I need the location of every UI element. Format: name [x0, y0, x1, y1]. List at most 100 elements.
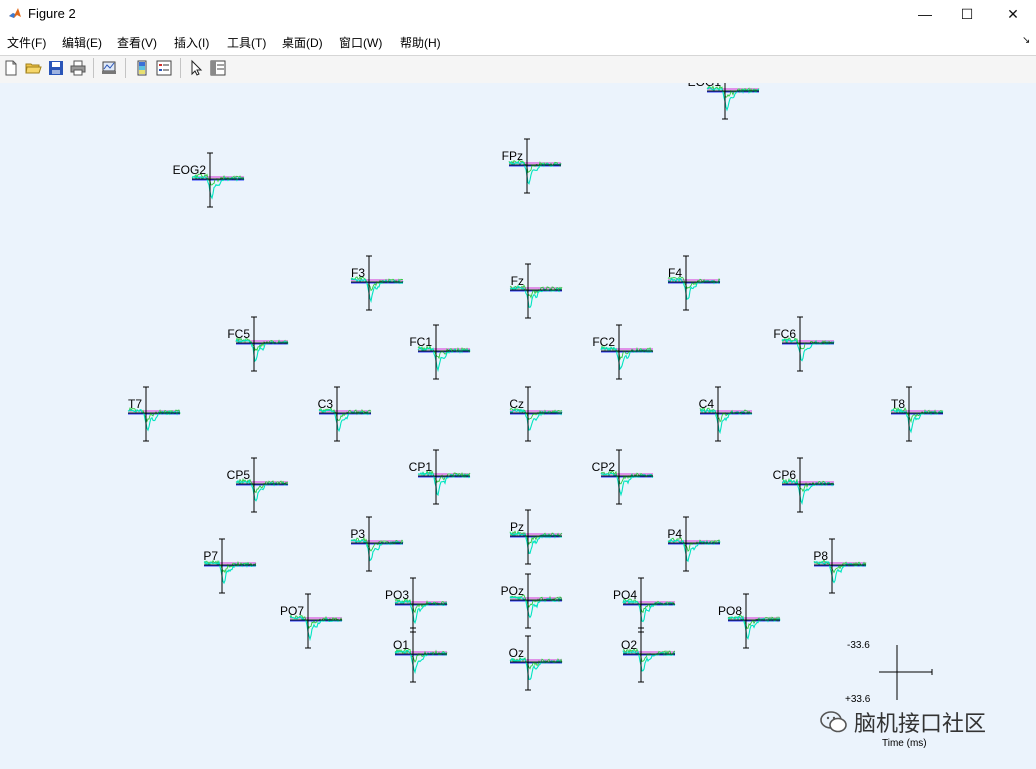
- electrode-plot-fz[interactable]: Fz: [509, 263, 563, 319]
- menu-insert[interactable]: 插入(I): [174, 34, 209, 51]
- electrode-label: F3: [351, 266, 365, 280]
- scale-xlabel: Time (ms): [882, 738, 927, 749]
- electrode-label: FC2: [592, 335, 615, 349]
- electrode-label: CP1: [409, 460, 433, 474]
- electrode-label: F4: [668, 266, 682, 280]
- watermark-text: 脑机接口社区: [854, 711, 987, 736]
- save-icon[interactable]: [47, 59, 65, 77]
- electrode-plot-f4[interactable]: F4: [667, 255, 721, 311]
- colorbar-icon[interactable]: [133, 59, 151, 77]
- window-title: Figure 2: [28, 6, 76, 21]
- minimize-icon: —: [918, 6, 932, 22]
- print-icon[interactable]: [69, 59, 87, 77]
- title-bar: Figure 2 — ☐ ✕: [0, 0, 1036, 30]
- menu-tools[interactable]: 工具(T): [227, 34, 266, 51]
- electrode-plot-c3[interactable]: C3: [318, 386, 372, 442]
- electrode-label: T8: [891, 397, 905, 411]
- electrode-label: CP6: [773, 468, 797, 482]
- electrode-plot-oz[interactable]: Oz: [509, 635, 563, 691]
- electrode-label: PO8: [718, 604, 742, 618]
- electrode-plot-fpz[interactable]: FPz: [502, 138, 562, 194]
- maximize-button[interactable]: ☐: [944, 0, 990, 28]
- electrode-plot-eog2[interactable]: EOG2: [173, 152, 245, 208]
- electrode-label: Fz: [511, 274, 524, 288]
- electrode-label: FC1: [409, 335, 432, 349]
- electrode-plot-cp5[interactable]: CP5: [227, 457, 289, 513]
- electrode-plot-p7[interactable]: P7: [203, 538, 257, 594]
- wechat-icon: [820, 711, 847, 733]
- electrode-plot-fc6[interactable]: FC6: [773, 316, 835, 372]
- erp-topoplot: EOG1 EOG2 FPz F3 Fz F4 FC5 FC1 FC2 FC6 T7 C3 Cz C4 T8 C…: [127, 83, 944, 700]
- electrode-plot-po8[interactable]: PO8: [718, 593, 781, 649]
- electrode-label: FC5: [227, 327, 250, 341]
- electrode-plot-fc2[interactable]: FC2: [592, 324, 654, 380]
- electrode-plot-t8[interactable]: T8: [890, 386, 944, 442]
- electrode-label: EOG2: [173, 163, 207, 177]
- electrode-label: FC6: [773, 327, 796, 341]
- electrode-label: P4: [667, 527, 682, 541]
- property-editor-icon[interactable]: [209, 59, 227, 77]
- electrode-label: CP2: [592, 460, 616, 474]
- menu-help[interactable]: 帮助(H): [400, 34, 441, 51]
- menu-view[interactable]: 查看(V): [117, 34, 157, 51]
- legend-icon[interactable]: [155, 59, 173, 77]
- link-plot-icon[interactable]: [100, 59, 118, 77]
- close-button[interactable]: ✕: [990, 0, 1036, 28]
- electrode-plot-cp1[interactable]: CP1: [409, 449, 471, 505]
- electrode-label: Pz: [510, 520, 524, 534]
- electrode-plot-poz[interactable]: POz: [501, 573, 563, 629]
- menu-file[interactable]: 文件(F): [7, 34, 46, 51]
- electrode-plot-po7[interactable]: PO7: [280, 593, 343, 649]
- electrode-plot-c4[interactable]: C4: [699, 386, 753, 442]
- scale-top-label: -33.6: [847, 640, 870, 651]
- close-icon: ✕: [1007, 5, 1019, 22]
- electrode-plot-cp6[interactable]: CP6: [773, 457, 835, 513]
- scale-bottom-label: +33.6: [845, 694, 871, 705]
- figure-canvas: EOG1 EOG2 FPz F3 Fz F4 FC5 FC1 FC2 FC6 T7 C3 Cz C4 T8 C…: [0, 83, 1036, 769]
- open-file-icon[interactable]: [24, 59, 42, 77]
- electrode-label: C3: [318, 397, 334, 411]
- electrode-plot-t7[interactable]: T7: [127, 386, 181, 442]
- minimize-button[interactable]: —: [902, 0, 948, 28]
- electrode-plot-o2[interactable]: O2: [621, 627, 676, 683]
- maximize-icon: ☐: [960, 5, 974, 22]
- electrode-label: PO4: [613, 588, 637, 602]
- toolbar-separator: [93, 58, 94, 78]
- electrode-label: PO7: [280, 604, 304, 618]
- menu-window[interactable]: 窗口(W): [339, 34, 382, 51]
- electrode-plot-p4[interactable]: P4: [667, 516, 721, 572]
- electrode-label: P7: [203, 549, 218, 563]
- electrode-plot-p3[interactable]: P3: [350, 516, 404, 572]
- electrode-label: EOG1: [688, 83, 722, 89]
- menu-dock-arrow-icon[interactable]: ↘: [1022, 35, 1030, 46]
- electrode-label: P3: [350, 527, 365, 541]
- menu-edit[interactable]: 编辑(E): [62, 34, 102, 51]
- electrode-label: T7: [128, 397, 142, 411]
- electrode-plot-p8[interactable]: P8: [813, 538, 867, 594]
- electrode-plot-po4[interactable]: PO4: [613, 577, 676, 633]
- menu-desktop[interactable]: 桌面(D): [282, 34, 323, 51]
- electrode-plot-cp2[interactable]: CP2: [592, 449, 654, 505]
- electrode-plot-fc1[interactable]: FC1: [409, 324, 471, 380]
- electrode-plot-o1[interactable]: O1: [393, 627, 448, 683]
- electrode-label: PO3: [385, 588, 409, 602]
- electrode-label: O1: [393, 638, 409, 652]
- electrode-label: POz: [501, 584, 524, 598]
- electrode-plot-f3[interactable]: F3: [350, 255, 404, 311]
- new-figure-icon[interactable]: [2, 59, 20, 77]
- electrode-plot-cz[interactable]: Cz: [509, 386, 563, 442]
- electrode-label: Cz: [509, 397, 524, 411]
- electrode-plot-fc5[interactable]: FC5: [227, 316, 289, 372]
- toolbar-separator: [180, 58, 181, 78]
- electrode-plot-eog1[interactable]: EOG1: [688, 83, 760, 120]
- electrode-label: FPz: [502, 149, 523, 163]
- electrode-plot-po3[interactable]: PO3: [385, 577, 448, 633]
- scale-cross: [879, 645, 933, 700]
- electrode-label: O2: [621, 638, 637, 652]
- electrode-label: Oz: [509, 646, 524, 660]
- electrode-label: CP5: [227, 468, 251, 482]
- pointer-icon[interactable]: [187, 59, 205, 77]
- electrode-plot-pz[interactable]: Pz: [509, 509, 563, 565]
- electrode-label: C4: [699, 397, 715, 411]
- toolbar-separator: [125, 58, 126, 78]
